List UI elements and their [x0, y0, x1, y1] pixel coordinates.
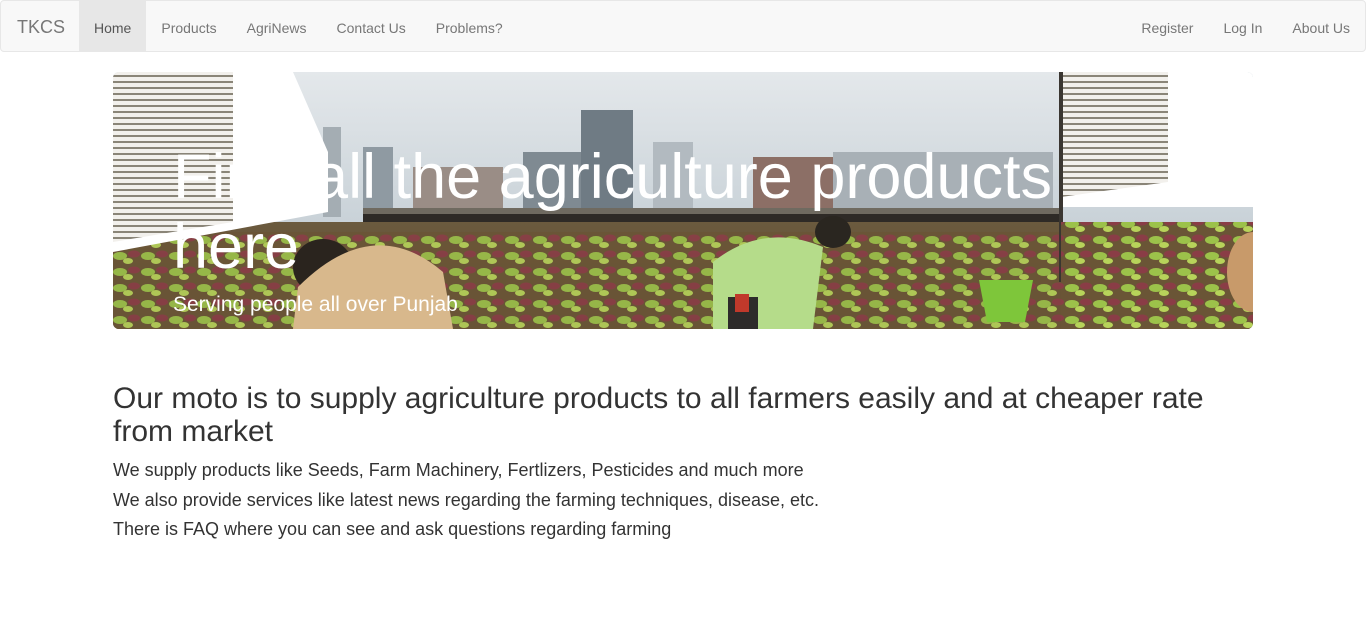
brand-link[interactable]: TKCS	[17, 1, 65, 53]
moto-heading: Our moto is to supply agriculture produc…	[113, 382, 1204, 448]
hero-subtitle: Serving people all over Punjab	[173, 293, 458, 316]
nav-log-in[interactable]: Log In	[1208, 1, 1277, 52]
main-content: Our moto is to supply agriculture produc…	[113, 382, 1253, 545]
info-line-products: We supply products like Seeds, Farm Mach…	[113, 460, 804, 480]
nav-about-us[interactable]: About Us	[1277, 1, 1365, 52]
nav-left: Home Products AgriNews Contact Us Proble…	[79, 1, 518, 53]
nav-register[interactable]: Register	[1126, 1, 1208, 52]
hero-banner: Find all the agriculture products here S…	[113, 72, 1253, 329]
info-line-faq: There is FAQ where you can see and ask q…	[113, 519, 672, 539]
nav-products[interactable]: Products	[146, 1, 231, 52]
nav-home[interactable]: Home	[79, 1, 147, 52]
nav-agrinews[interactable]: AgriNews	[232, 1, 322, 52]
hero-title: Find all the agriculture products here	[173, 142, 1052, 282]
nav-contact-us[interactable]: Contact Us	[322, 1, 421, 52]
nav-problems[interactable]: Problems?	[421, 1, 518, 52]
nav-right: Register Log In About Us	[1126, 1, 1365, 53]
info-line-services: We also provide services like latest new…	[113, 489, 820, 510]
top-navbar: TKCS Home Products AgriNews Contact Us P…	[0, 0, 1366, 52]
